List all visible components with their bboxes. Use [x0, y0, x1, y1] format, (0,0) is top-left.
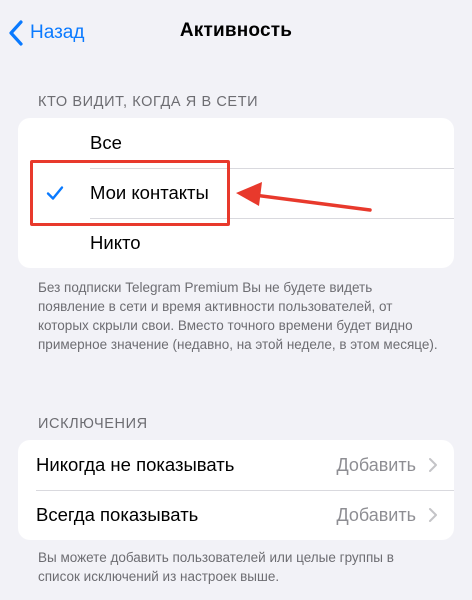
chevron-right-icon — [429, 458, 437, 472]
option-label: Никто — [90, 232, 141, 253]
never-show-row[interactable]: Никогда не показывать Добавить — [18, 440, 454, 490]
add-value: Добавить — [336, 504, 416, 525]
add-value: Добавить — [336, 454, 416, 475]
annotation-arrow — [236, 182, 372, 212]
exceptions-section-header: ИСКЛЮЧЕНИЯ — [38, 416, 148, 432]
chevron-right-icon — [429, 508, 437, 522]
exceptions-footnote: Вы можете добавить пользователей или цел… — [38, 550, 394, 584]
visibility-footnote: Без подписки Telegram Premium Вы не буде… — [38, 280, 438, 352]
always-show-row[interactable]: Всегда показывать Добавить — [18, 490, 454, 540]
option-label: Все — [90, 132, 122, 153]
row-label: Никогда не показывать — [36, 454, 235, 475]
page-title: Активность — [179, 20, 293, 41]
annotation-highlight-box — [30, 160, 230, 226]
row-label: Всегда показывать — [36, 504, 199, 525]
exceptions-card: Никогда не показывать Добавить Всегда по… — [18, 440, 454, 540]
navigation-bar: Назад Активность — [0, 0, 472, 66]
visibility-section-header: КТО ВИДИТ, КОГДА Я В СЕТИ — [38, 94, 259, 110]
